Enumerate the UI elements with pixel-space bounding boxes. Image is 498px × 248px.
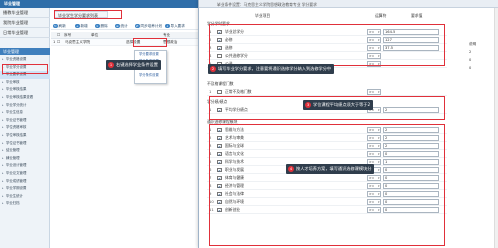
grid-header: ☐ 序号 单位 专业 [51, 32, 201, 39]
dialog-side-column: 说明 2 0 0 [469, 40, 476, 72]
refresh-icon: ↻ [53, 23, 58, 29]
side-value: 0 [469, 66, 472, 70]
context-menu-item[interactable]: 学分要求设置 [135, 51, 166, 58]
stats-button[interactable]: ≡ 统计 [115, 23, 128, 29]
add-button[interactable]: + 新增 [75, 23, 88, 29]
row-checkbox[interactable]: ☐ [57, 39, 60, 46]
sidebar-items: 毕业资格设置 毕业学分设置 毕业要求设置 毕业审核 毕业审核结果 毕业审核结果查… [0, 56, 50, 208]
sidebar-item[interactable]: 毕业资格设置 [0, 56, 50, 64]
callout-3: 3 学位课程平均绩点须大于等于2 [303, 100, 374, 110]
sidebar-item[interactable]: 毕业学分统计 [0, 102, 50, 110]
sync-icon: ⇄ [135, 23, 140, 29]
callout-2: 2 填写毕业学分要求，注意要将通识选修学分纳入到选修学分中 [208, 64, 335, 74]
context-menu-item[interactable]: 学分条件设置 [135, 72, 166, 79]
import-button[interactable]: ↓ 导入要求 [165, 23, 185, 29]
app-title: 毕业管理 [4, 1, 20, 6]
delete-icon: × [95, 23, 100, 29]
sidebar-top-item-2[interactable]: 我院毕业管理 [0, 18, 50, 28]
sidebar-item[interactable]: 毕业证书管理 [0, 117, 50, 125]
sidebar-item[interactable]: 肄业管理 [0, 155, 50, 163]
group-label: 不及格课程门数 [207, 81, 234, 86]
refresh-button[interactable]: ↻ 刷新 [53, 23, 66, 29]
table-row[interactable]: 1 ☐ 马克思主义学院 选择设置 思想政治 [51, 39, 201, 46]
sidebar-item[interactable]: 学位资格审核 [0, 124, 50, 132]
main-panel: 毕业学生学分要求列表 ↻ 刷新 + 新增 × 删除 ≡ 统计 ⇄ 同步培养计划 ↓ 导入要求… [51, 8, 201, 248]
operator-select[interactable]: >= [367, 89, 381, 95]
grid-col-checkbox[interactable]: ☐ [57, 32, 60, 39]
plus-icon: + [75, 23, 80, 29]
dialog-col-item: 毕业项目 [255, 13, 271, 18]
sidebar: 播教毕业管理 我院毕业管理 日常毕业管理 毕业管理 毕业资格设置 毕业学分设置 … [0, 8, 50, 248]
sidebar-top-item-1[interactable]: 播教毕业管理 [0, 8, 50, 18]
sidebar-item[interactable]: 学位审核结果 [0, 132, 50, 140]
app-window: 毕业管理 播教毕业管理 我院毕业管理 日常毕业管理 毕业管理 毕业资格设置 毕业… [0, 0, 498, 248]
callout-1: 1 右键选择学业条件设置 [106, 60, 161, 70]
sidebar-item[interactable]: 结业管理 [0, 147, 50, 155]
sidebar-item[interactable]: 毕业审核结果 [0, 86, 50, 94]
row-number: 1 [53, 40, 56, 44]
row-checkbox[interactable] [217, 89, 222, 95]
dialog-col-operator: 运算符 [375, 13, 387, 18]
grid-col-unit: 单位 [91, 33, 99, 37]
sidebar-top-item-3[interactable]: 日常毕业管理 [0, 28, 50, 38]
sidebar-item[interactable]: 毕业归档 [0, 200, 50, 208]
import-icon: ↓ [165, 23, 170, 29]
sidebar-item[interactable]: 毕业生统计 [0, 193, 50, 201]
requirement-row[interactable]: 1 正常不及格门数 >= [207, 88, 447, 96]
sidebar-item[interactable]: 毕业论文管理 [0, 170, 50, 178]
sync-plan-button[interactable]: ⇄ 同步培养计划 [135, 23, 162, 29]
callout-4: 4 按人才培养方案，填写通识选修课模块分 [286, 164, 375, 174]
row-unit: 马克思主义学院 [65, 40, 91, 44]
dialog-col-value: 要求值 [411, 13, 423, 18]
highlight-box-sidebar [2, 64, 48, 74]
toolbar: ↻ 刷新 + 新增 × 删除 ≡ 统计 ⇄ 同步培养计划 ↓ 导入要求 [51, 22, 201, 30]
close-icon[interactable]: × [217, 2, 496, 7]
sidebar-item[interactable]: 毕业生信息 [0, 109, 50, 117]
dialog-scrollbar[interactable] [494, 8, 498, 248]
highlight-box-general-courses [209, 124, 445, 246]
side-value: 0 [469, 58, 472, 62]
sidebar-item[interactable]: 毕业学期设置 [0, 185, 50, 193]
sidebar-item[interactable]: 毕业审核 [0, 79, 50, 87]
sidebar-item[interactable]: 毕业审核结果查看 [0, 94, 50, 102]
highlight-box-tab [54, 10, 122, 19]
sidebar-item[interactable]: 学位证书管理 [0, 140, 50, 148]
sidebar-item[interactable]: 毕业成绩管理 [0, 178, 50, 186]
chart-icon: ≡ [115, 23, 120, 29]
side-value: 2 [469, 50, 472, 54]
delete-button[interactable]: × 删除 [95, 23, 108, 29]
sidebar-section-header[interactable]: 毕业管理 [0, 48, 50, 55]
highlight-box-row [133, 38, 167, 47]
grid-col-index: 序号 [64, 33, 72, 37]
highlight-box-basic-requirements [209, 24, 445, 66]
dialog-title-bar: 毕业条件设置：马克思主义学院思想政治教育专业 学分要求 × [199, 0, 498, 8]
sidebar-item[interactable]: 毕业设计管理 [0, 162, 50, 170]
side-label: 说明 [469, 42, 477, 46]
